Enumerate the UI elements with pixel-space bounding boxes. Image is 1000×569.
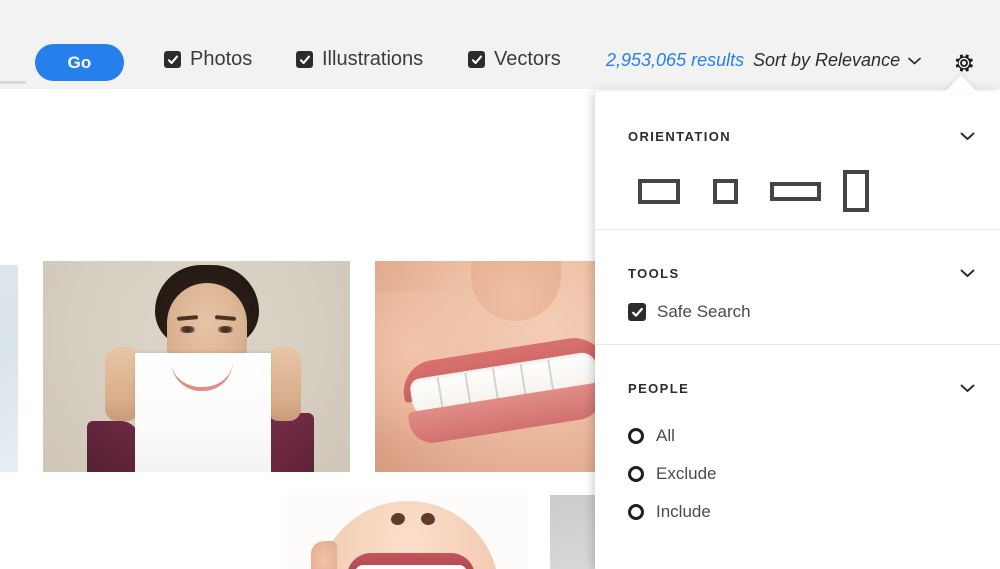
filter-label-photos: Photos bbox=[190, 48, 253, 70]
result-tile-1[interactable]: Adobe Stock bbox=[43, 261, 350, 472]
filter-label-illustrations: Illustrations bbox=[322, 48, 424, 70]
result-tile-edge[interactable] bbox=[0, 265, 18, 472]
orientation-options bbox=[595, 153, 1000, 229]
chevron-down-icon[interactable] bbox=[960, 384, 975, 393]
tile-1-eye-right bbox=[217, 326, 234, 333]
orientation-header[interactable]: ORIENTATION bbox=[595, 119, 1000, 153]
orientation-horizontal-button[interactable] bbox=[626, 178, 692, 204]
tile-1-shoulder-left bbox=[87, 421, 139, 472]
filter-checkbox-photos[interactable]: Photos bbox=[164, 48, 252, 71]
tile-3-upper-teeth bbox=[355, 565, 467, 569]
tools-header[interactable]: TOOLS bbox=[595, 256, 1000, 290]
safe-search-checkbox-row[interactable]: Safe Search bbox=[628, 302, 1000, 322]
go-button[interactable]: Go bbox=[35, 44, 124, 81]
checkbox-checked-icon[interactable] bbox=[296, 51, 313, 68]
radio-unselected-icon[interactable] bbox=[628, 504, 644, 520]
search-input-underline[interactable] bbox=[0, 81, 26, 84]
orientation-panoramic-icon bbox=[769, 181, 821, 201]
tools-options: Safe Search bbox=[595, 290, 1000, 344]
orientation-horizontal-icon bbox=[638, 178, 680, 204]
sort-by-label: Sort by Relevance bbox=[753, 50, 901, 70]
orientation-title: ORIENTATION bbox=[628, 128, 732, 144]
checkbox-checked-icon[interactable] bbox=[628, 303, 646, 321]
filter-checkbox-vectors[interactable]: Vectors bbox=[468, 48, 561, 71]
people-radio-include[interactable]: Include bbox=[628, 493, 1000, 531]
panel-divider-2 bbox=[595, 344, 1000, 345]
orientation-vertical-button[interactable] bbox=[832, 170, 880, 212]
orientation-panoramic-button[interactable] bbox=[758, 181, 832, 201]
checkbox-checked-icon[interactable] bbox=[164, 51, 181, 68]
tile-1-watermark: Adobe Stock bbox=[139, 357, 224, 373]
adobe-stock-search-page: Adobe Stock Go Photos Illustrations Vect… bbox=[0, 0, 1000, 569]
panel-pointer-arrow bbox=[944, 75, 978, 93]
tile-1-eye-left bbox=[179, 326, 196, 333]
sort-by-dropdown[interactable]: Sort by Relevance bbox=[753, 50, 921, 71]
people-options: All Exclude Include bbox=[595, 405, 1000, 531]
radio-unselected-icon[interactable] bbox=[628, 428, 644, 444]
search-toolbar: Go Photos Illustrations Vectors 2,953,06… bbox=[0, 0, 1000, 89]
chevron-down-icon[interactable] bbox=[960, 269, 975, 278]
people-label-include: Include bbox=[656, 502, 711, 521]
panel-section-tools: TOOLS Safe Search bbox=[595, 256, 1000, 344]
safe-search-label: Safe Search bbox=[657, 302, 751, 321]
tile-1-hand-left bbox=[105, 347, 139, 421]
panel-section-people: PEOPLE All Exclude Include bbox=[595, 371, 1000, 531]
panel-section-orientation: ORIENTATION bbox=[595, 119, 1000, 229]
people-header[interactable]: PEOPLE bbox=[595, 371, 1000, 405]
chevron-down-icon bbox=[908, 57, 921, 64]
gear-icon bbox=[955, 54, 973, 72]
filter-checkbox-illustrations[interactable]: Illustrations bbox=[296, 48, 423, 71]
tile-1-hand-right bbox=[267, 347, 301, 421]
result-tile-3[interactable]: Adobe Stock bbox=[287, 495, 528, 569]
settings-gear-button[interactable] bbox=[950, 49, 978, 77]
panel-divider-1 bbox=[595, 229, 1000, 230]
orientation-square-icon bbox=[712, 178, 738, 204]
tile-3-ear bbox=[311, 541, 337, 569]
checkbox-checked-icon[interactable] bbox=[468, 51, 485, 68]
people-label-all: All bbox=[656, 426, 675, 445]
results-count[interactable]: 2,953,065 results bbox=[606, 50, 744, 71]
orientation-square-button[interactable] bbox=[692, 178, 758, 204]
people-radio-exclude[interactable]: Exclude bbox=[628, 455, 1000, 493]
orientation-vertical-icon bbox=[843, 170, 869, 212]
people-label-exclude: Exclude bbox=[656, 464, 717, 483]
radio-unselected-icon[interactable] bbox=[628, 466, 644, 482]
tools-title: TOOLS bbox=[628, 265, 680, 281]
chevron-down-icon[interactable] bbox=[960, 132, 975, 141]
people-radio-all[interactable]: All bbox=[628, 417, 1000, 455]
filter-panel: ORIENTATION TOOLS Safe Search PEOPLE All… bbox=[595, 91, 1000, 569]
filter-label-vectors: Vectors bbox=[494, 48, 561, 70]
people-title: PEOPLE bbox=[628, 380, 690, 396]
